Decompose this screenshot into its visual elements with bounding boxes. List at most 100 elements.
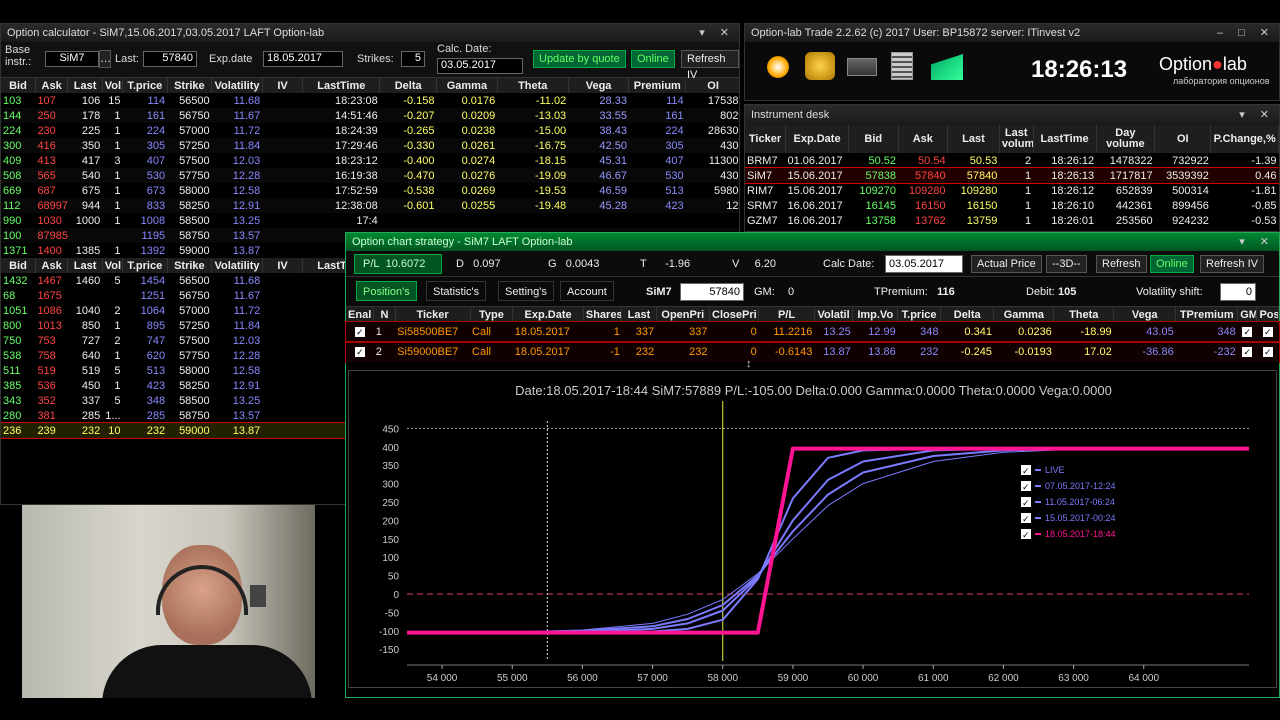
- tab-account[interactable]: Account: [560, 281, 614, 301]
- position-checkbox[interactable]: ✓: [1238, 322, 1257, 342]
- positions-header-cell[interactable]: T.price: [897, 307, 941, 322]
- calc-call-row[interactable]: 669 687 675 1 673 58000 12.58 17:52:59 -0.538 0.0…: [1, 183, 739, 198]
- calc-header-cell[interactable]: Ask: [35, 78, 69, 93]
- positions-header-cell[interactable]: TPremium: [1175, 307, 1239, 322]
- checkbox-icon[interactable]: ✓: [1262, 327, 1273, 337]
- desk-titlebar[interactable]: Instrument desk ▾ ✕: [745, 105, 1279, 125]
- position-checkbox[interactable]: ✓: [346, 342, 374, 362]
- calc-call-row[interactable]: 224 230 225 1 224 57000 11.72 18:24:39 -0.265 0.0…: [1, 123, 739, 138]
- series-line[interactable]: [407, 447, 1249, 634]
- splitter-handle[interactable]: ↕: [346, 358, 1279, 370]
- calc-header-cell[interactable]: Theta: [497, 78, 569, 93]
- positions-header-cell[interactable]: Ticker: [395, 307, 471, 322]
- strategy-price-field[interactable]: 57840: [680, 283, 744, 301]
- positions-header-cell[interactable]: ClosePri: [709, 307, 760, 322]
- positions-header-cell[interactable]: Posi: [1256, 307, 1279, 322]
- refresh-iv-button[interactable]: Refresh IV: [681, 50, 739, 81]
- calc-call-row[interactable]: 144 250 178 1 161 56750 11.67 14:51:46 -0.207 0.0…: [1, 108, 739, 123]
- strategy-calc-date-field[interactable]: 03.05.2017: [885, 255, 963, 273]
- desk-header-cell[interactable]: Last: [947, 125, 1000, 153]
- positions-header-cell[interactable]: Type: [470, 307, 514, 322]
- desk-header-cell[interactable]: OI: [1154, 125, 1212, 153]
- strategy-refresh-iv-button[interactable]: Refresh IV: [1200, 255, 1264, 273]
- strategy-titlebar[interactable]: Option chart strategy - SiM7 LAFT Option…: [346, 233, 1279, 251]
- checkbox-icon[interactable]: ✓: [1242, 327, 1253, 337]
- calc-header-cell[interactable]: Delta: [379, 78, 438, 93]
- calc-header-cell[interactable]: T.price: [122, 258, 168, 273]
- positions-header-cell[interactable]: OpenPri: [656, 307, 711, 322]
- base-browse-button[interactable]: …: [99, 50, 111, 68]
- update-by-quote-button[interactable]: Update by quote: [533, 50, 626, 68]
- calc-header-cell[interactable]: Volatility: [211, 258, 263, 273]
- strikes-field[interactable]: 5: [401, 51, 425, 67]
- desk-header-cell[interactable]: Ask: [898, 125, 949, 153]
- checkbox-icon[interactable]: ✓: [1242, 347, 1253, 357]
- actual-price-button[interactable]: Actual Price: [971, 255, 1042, 273]
- desk-header-cell[interactable]: Day volume: [1096, 125, 1156, 153]
- calc-header-cell[interactable]: T.price: [122, 78, 168, 93]
- calc-header-cell[interactable]: Premium: [628, 78, 687, 93]
- calc-header-cell[interactable]: Vol: [102, 258, 124, 273]
- calc-header-cell[interactable]: IV: [262, 78, 304, 93]
- desk-row[interactable]: RIM7 15.06.2017 109270 109280 109280 1 18:26:1…: [745, 183, 1279, 198]
- calc-call-row[interactable]: 508 565 540 1 530 57750 12.28 16:19:38 -0.470 0.0…: [1, 168, 739, 183]
- strategy-refresh-button[interactable]: Refresh: [1096, 255, 1147, 273]
- calc-header-cell[interactable]: Bid: [1, 78, 36, 93]
- pl-chart[interactable]: Date:18.05.2017-18:44 SiM7:57889 P/L:-10…: [349, 371, 1278, 687]
- desk-header-cell[interactable]: Last volume: [999, 125, 1034, 153]
- desk-controls[interactable]: ▾ ✕: [1239, 105, 1275, 125]
- calc-header-cell[interactable]: Last: [67, 78, 103, 93]
- position-checkbox[interactable]: ✓: [1257, 342, 1279, 362]
- calc-header-cell[interactable]: IV: [262, 258, 304, 273]
- series-line[interactable]: [406, 448, 1249, 634]
- position-checkbox[interactable]: ✓: [346, 322, 374, 342]
- desk-row[interactable]: GZM7 16.06.2017 13758 13762 13759 1 18:26:01 25…: [745, 213, 1279, 228]
- calc-call-row[interactable]: 103 107 106 15 114 56500 11.68 18:23:08 -0.158 0.…: [1, 93, 739, 108]
- volatility-shift-field[interactable]: 0: [1220, 283, 1256, 301]
- 3d-button[interactable]: --3D--: [1046, 255, 1087, 273]
- calc-header-cell[interactable]: Ask: [35, 258, 69, 273]
- last-field[interactable]: 57840: [143, 51, 197, 67]
- calc-header-cell[interactable]: Bid: [1, 258, 36, 273]
- desk-row[interactable]: BRM7 01.06.2017 50.52 50.54 50.53 2 18:26:12 14…: [745, 153, 1279, 168]
- calc-header-cell[interactable]: Vega: [568, 78, 630, 93]
- calc-header-cell[interactable]: Last: [67, 258, 103, 273]
- base-instrument-field[interactable]: SiM7: [45, 51, 99, 67]
- positions-header-cell[interactable]: Gamma: [993, 307, 1055, 322]
- calc-date-field[interactable]: 03.05.2017: [437, 58, 523, 74]
- calc-call-row[interactable]: 409 413 417 3 407 57500 12.03 18:23:12 -0.400 0.0…: [1, 153, 739, 168]
- calculator-icon[interactable]: [891, 52, 913, 80]
- positions-header-cell[interactable]: Theta: [1053, 307, 1115, 322]
- connect-icon[interactable]: [767, 56, 789, 78]
- position-row[interactable]: ✓ 1 Si58500BE7 Call 18.05.2017 1 337 337 0 11.221…: [345, 321, 1280, 343]
- calc-call-row[interactable]: 112 68997 944 1 833 58250 12.91 12:38:08 -0.601 0…: [1, 198, 739, 213]
- checkbox-icon[interactable]: ✓: [354, 347, 365, 357]
- chart-icon[interactable]: [931, 54, 963, 80]
- calc-header-cell[interactable]: Volatility: [211, 78, 263, 93]
- positions-header-cell[interactable]: P/L: [758, 307, 815, 322]
- wallet-icon[interactable]: [847, 58, 877, 76]
- checkbox-icon[interactable]: ✓: [354, 327, 365, 337]
- tab-statistics[interactable]: Statistic's: [426, 281, 487, 301]
- online-button[interactable]: Online: [631, 50, 675, 68]
- calc-header-cell[interactable]: Strike: [167, 258, 213, 273]
- series-line[interactable]: [407, 446, 1249, 635]
- desk-row[interactable]: SRM7 16.06.2017 16145 16150 16150 1 18:26:10 44…: [745, 198, 1279, 213]
- calculator-titlebar[interactable]: Option calculator - SiM7,15.06.2017,03.0…: [1, 24, 739, 42]
- desk-header-cell[interactable]: P.Change,%: [1210, 125, 1279, 153]
- positions-header-cell[interactable]: Imp.Vo: [852, 307, 899, 322]
- calc-header-cell[interactable]: LastTime: [302, 78, 381, 93]
- tab-positions[interactable]: Position's: [356, 281, 417, 301]
- positions-header-cell[interactable]: GM: [1237, 307, 1258, 322]
- desk-header-cell[interactable]: LastTime: [1033, 125, 1097, 153]
- desk-row[interactable]: SiM7 15.06.2017 57838 57840 57840 1 18:26:13 17…: [745, 167, 1279, 184]
- calc-header-cell[interactable]: Strike: [167, 78, 213, 93]
- desk-header-cell[interactable]: Ticker: [745, 125, 787, 153]
- window-controls[interactable]: ▾ ✕: [699, 24, 735, 42]
- checkbox-icon[interactable]: ✓: [1262, 347, 1273, 357]
- desk-header-cell[interactable]: Exp.Date: [785, 125, 850, 153]
- trade-window-controls[interactable]: – □ ✕: [1217, 24, 1275, 42]
- positions-header-cell[interactable]: Delta: [940, 307, 995, 322]
- position-checkbox[interactable]: ✓: [1238, 342, 1257, 362]
- exp-date-field[interactable]: 18.05.2017: [263, 51, 343, 67]
